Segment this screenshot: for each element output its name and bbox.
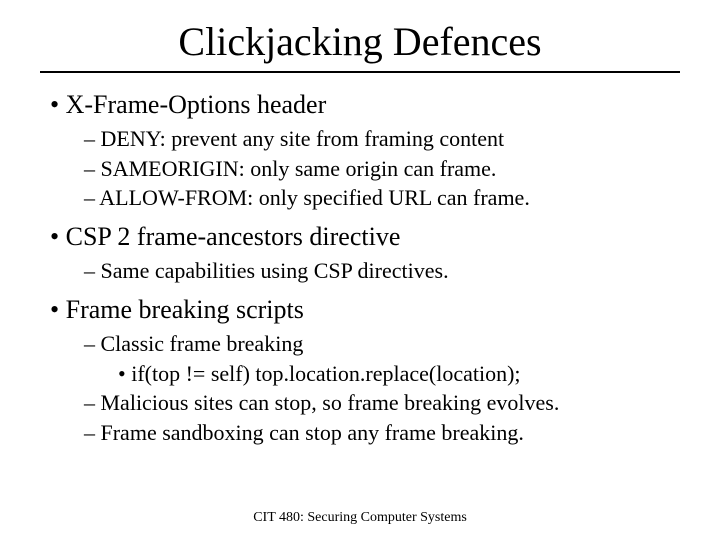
title-rule <box>40 71 680 73</box>
sub-item: Same capabilities using CSP directives. <box>84 256 680 286</box>
sub-item: Malicious sites can stop, so frame break… <box>84 388 680 418</box>
slide: Clickjacking Defences X-Frame-Options he… <box>0 0 720 540</box>
bullet-text: CSP 2 frame-ancestors directive <box>66 222 401 251</box>
sub-list: Same capabilities using CSP directives. <box>50 256 680 286</box>
subsub-list: if(top != self) top.location.replace(loc… <box>84 359 680 389</box>
slide-title: Clickjacking Defences <box>40 18 680 65</box>
sub-item: SAMEORIGIN: only same origin can frame. <box>84 154 680 184</box>
bullet-xframe: X-Frame-Options header DENY: prevent any… <box>50 87 680 213</box>
subsub-item: if(top != self) top.location.replace(loc… <box>118 359 680 389</box>
sub-item: DENY: prevent any site from framing cont… <box>84 124 680 154</box>
sub-text: Classic frame breaking <box>101 331 304 356</box>
sub-list: DENY: prevent any site from framing cont… <box>50 124 680 213</box>
bullet-text: X-Frame-Options header <box>66 90 327 119</box>
sub-item: ALLOW-FROM: only specified URL can frame… <box>84 183 680 213</box>
sub-item: Classic frame breaking if(top != self) t… <box>84 329 680 388</box>
sub-item: Frame sandboxing can stop any frame brea… <box>84 418 680 448</box>
bullet-framebreak: Frame breaking scripts Classic frame bre… <box>50 292 680 448</box>
bullet-list: X-Frame-Options header DENY: prevent any… <box>40 87 680 448</box>
sub-list: Classic frame breaking if(top != self) t… <box>50 329 680 448</box>
slide-footer: CIT 480: Securing Computer Systems <box>0 510 720 526</box>
bullet-csp: CSP 2 frame-ancestors directive Same cap… <box>50 219 680 286</box>
bullet-text: Frame breaking scripts <box>66 295 304 324</box>
